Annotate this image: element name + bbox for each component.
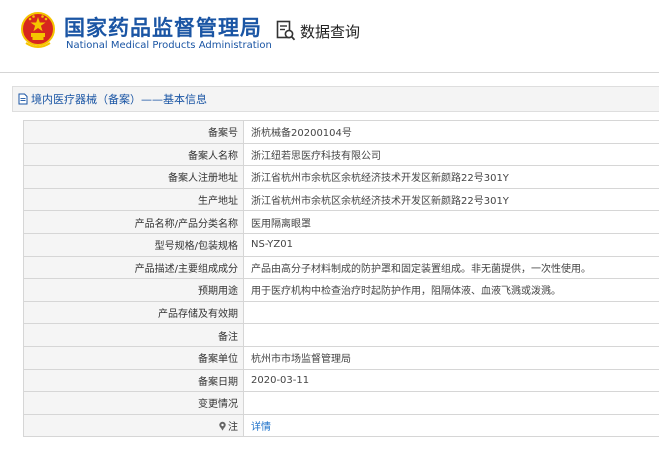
field-label: 备案人注册地址 xyxy=(23,165,244,189)
data-query-heading: 数据查询 xyxy=(276,20,360,42)
table-row: 备案日期 2020-03-11 xyxy=(23,368,659,393)
field-value: 浙江省杭州市余杭区余杭经济技术开发区新颜路22号301Y xyxy=(243,165,659,189)
field-label: 备注 xyxy=(23,323,244,347)
field-label: 产品描述/主要组成成分 xyxy=(23,255,244,280)
field-value: 医用隔离眼罩 xyxy=(243,210,659,234)
note-label: 注 xyxy=(228,422,238,434)
field-value: 浙杭械备20200104号 xyxy=(243,120,659,144)
details-link[interactable]: 详情 xyxy=(251,422,271,433)
field-label: 备案单位 xyxy=(23,345,244,370)
field-value: 浙江省杭州市余杭区余杭经济技术开发区新颜路22号301Y xyxy=(243,187,659,212)
table-row: 备案人注册地址 浙江省杭州市余杭区余杭经济技术开发区新颜路22号301Y xyxy=(23,165,659,189)
document-icon xyxy=(18,93,28,105)
table-row: 变更情况 xyxy=(23,391,659,415)
note-label-cell: 注 xyxy=(23,413,244,438)
table-row: 产品名称/产品分类名称 医用隔离眼罩 xyxy=(23,210,659,234)
table-row: 产品存储及有效期 xyxy=(23,300,659,325)
site-header: 国家药品监督管理局 National Medical Products Admi… xyxy=(0,0,659,66)
org-name-cn: 国家药品监督管理局 xyxy=(64,16,262,40)
table-row: 备注 xyxy=(23,323,659,347)
breadcrumb: 境内医疗器械（备案）——基本信息 xyxy=(12,86,659,112)
pin-icon xyxy=(219,421,226,431)
org-name-en: National Medical Products Administration xyxy=(66,40,272,51)
field-label: 备案日期 xyxy=(23,368,244,393)
field-label: 备案人名称 xyxy=(23,142,244,167)
table-row: 备案号 浙杭械备20200104号 xyxy=(23,120,659,144)
field-value: 用于医疗机构中检查治疗时起防护作用，阻隔体液、血液飞溅或泼溅。 xyxy=(243,278,659,302)
field-value xyxy=(243,391,659,415)
field-value: 杭州市市场监督管理局 xyxy=(243,345,659,370)
record-detail-table: 备案号 浙杭械备20200104号 备案人名称 浙江纽若思医疗科技有限公司 备案… xyxy=(23,120,659,438)
field-label: 产品存储及有效期 xyxy=(23,300,244,325)
table-row: 型号规格/包装规格 NS-YZ01 xyxy=(23,232,659,257)
breadcrumb-text: 境内医疗器械（备案）——基本信息 xyxy=(31,93,207,106)
field-label: 备案号 xyxy=(23,120,244,144)
table-row: 备案单位 杭州市市场监督管理局 xyxy=(23,345,659,370)
field-label: 型号规格/包装规格 xyxy=(23,232,244,257)
table-row: 预期用途 用于医疗机构中检查治疗时起防护作用，阻隔体液、血液飞溅或泼溅。 xyxy=(23,278,659,302)
table-row: 注 详情 xyxy=(23,413,659,438)
field-label: 产品名称/产品分类名称 xyxy=(23,210,244,234)
field-label: 生产地址 xyxy=(23,187,244,212)
table-row: 生产地址 浙江省杭州市余杭区余杭经济技术开发区新颜路22号301Y xyxy=(23,187,659,212)
document-search-icon xyxy=(276,20,296,41)
data-query-title: 数据查询 xyxy=(300,22,361,41)
field-value: 浙江纽若思医疗科技有限公司 xyxy=(243,142,659,167)
field-value xyxy=(243,323,659,347)
field-label: 预期用途 xyxy=(23,278,244,302)
field-value: 2020-03-11 xyxy=(243,368,659,393)
table-row: 产品描述/主要组成成分 产品由高分子材料制成的防护罩和固定装置组成。非无菌提供，… xyxy=(23,255,659,280)
field-value: 产品由高分子材料制成的防护罩和固定装置组成。非无菌提供，一次性使用。 xyxy=(243,255,659,280)
table-row: 备案人名称 浙江纽若思医疗科技有限公司 xyxy=(23,142,659,167)
field-value xyxy=(243,300,659,325)
note-value: 详情 xyxy=(243,413,659,438)
field-value: NS-YZ01 xyxy=(243,232,659,257)
field-label: 变更情况 xyxy=(23,391,244,415)
header-divider xyxy=(0,72,659,73)
national-emblem-icon xyxy=(21,12,55,48)
